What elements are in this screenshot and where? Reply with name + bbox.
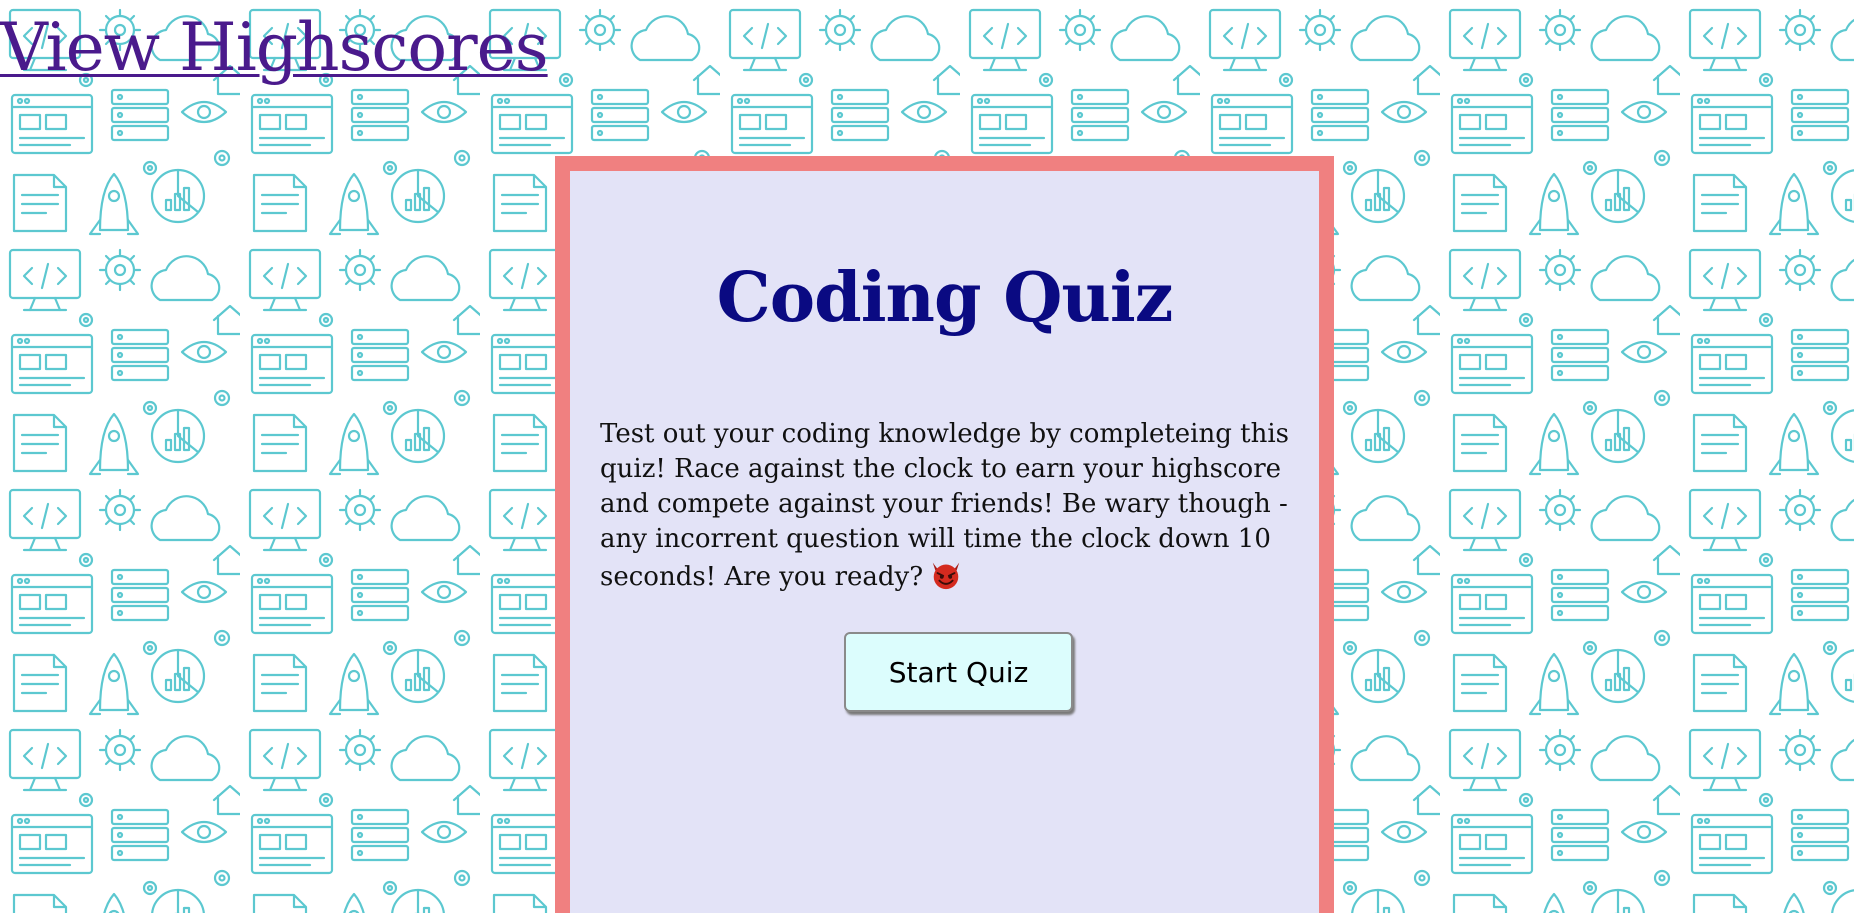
view-highscores-link[interactable]: View Highscores bbox=[0, 6, 549, 90]
quiz-card: Coding Quiz Test out your coding knowled… bbox=[555, 156, 1334, 913]
start-quiz-button[interactable]: Start Quiz bbox=[844, 632, 1073, 712]
quiz-description: Test out your coding knowledge by comple… bbox=[600, 417, 1300, 595]
smiling-devil-icon bbox=[932, 562, 960, 590]
quiz-title: Coding Quiz bbox=[716, 258, 1174, 338]
